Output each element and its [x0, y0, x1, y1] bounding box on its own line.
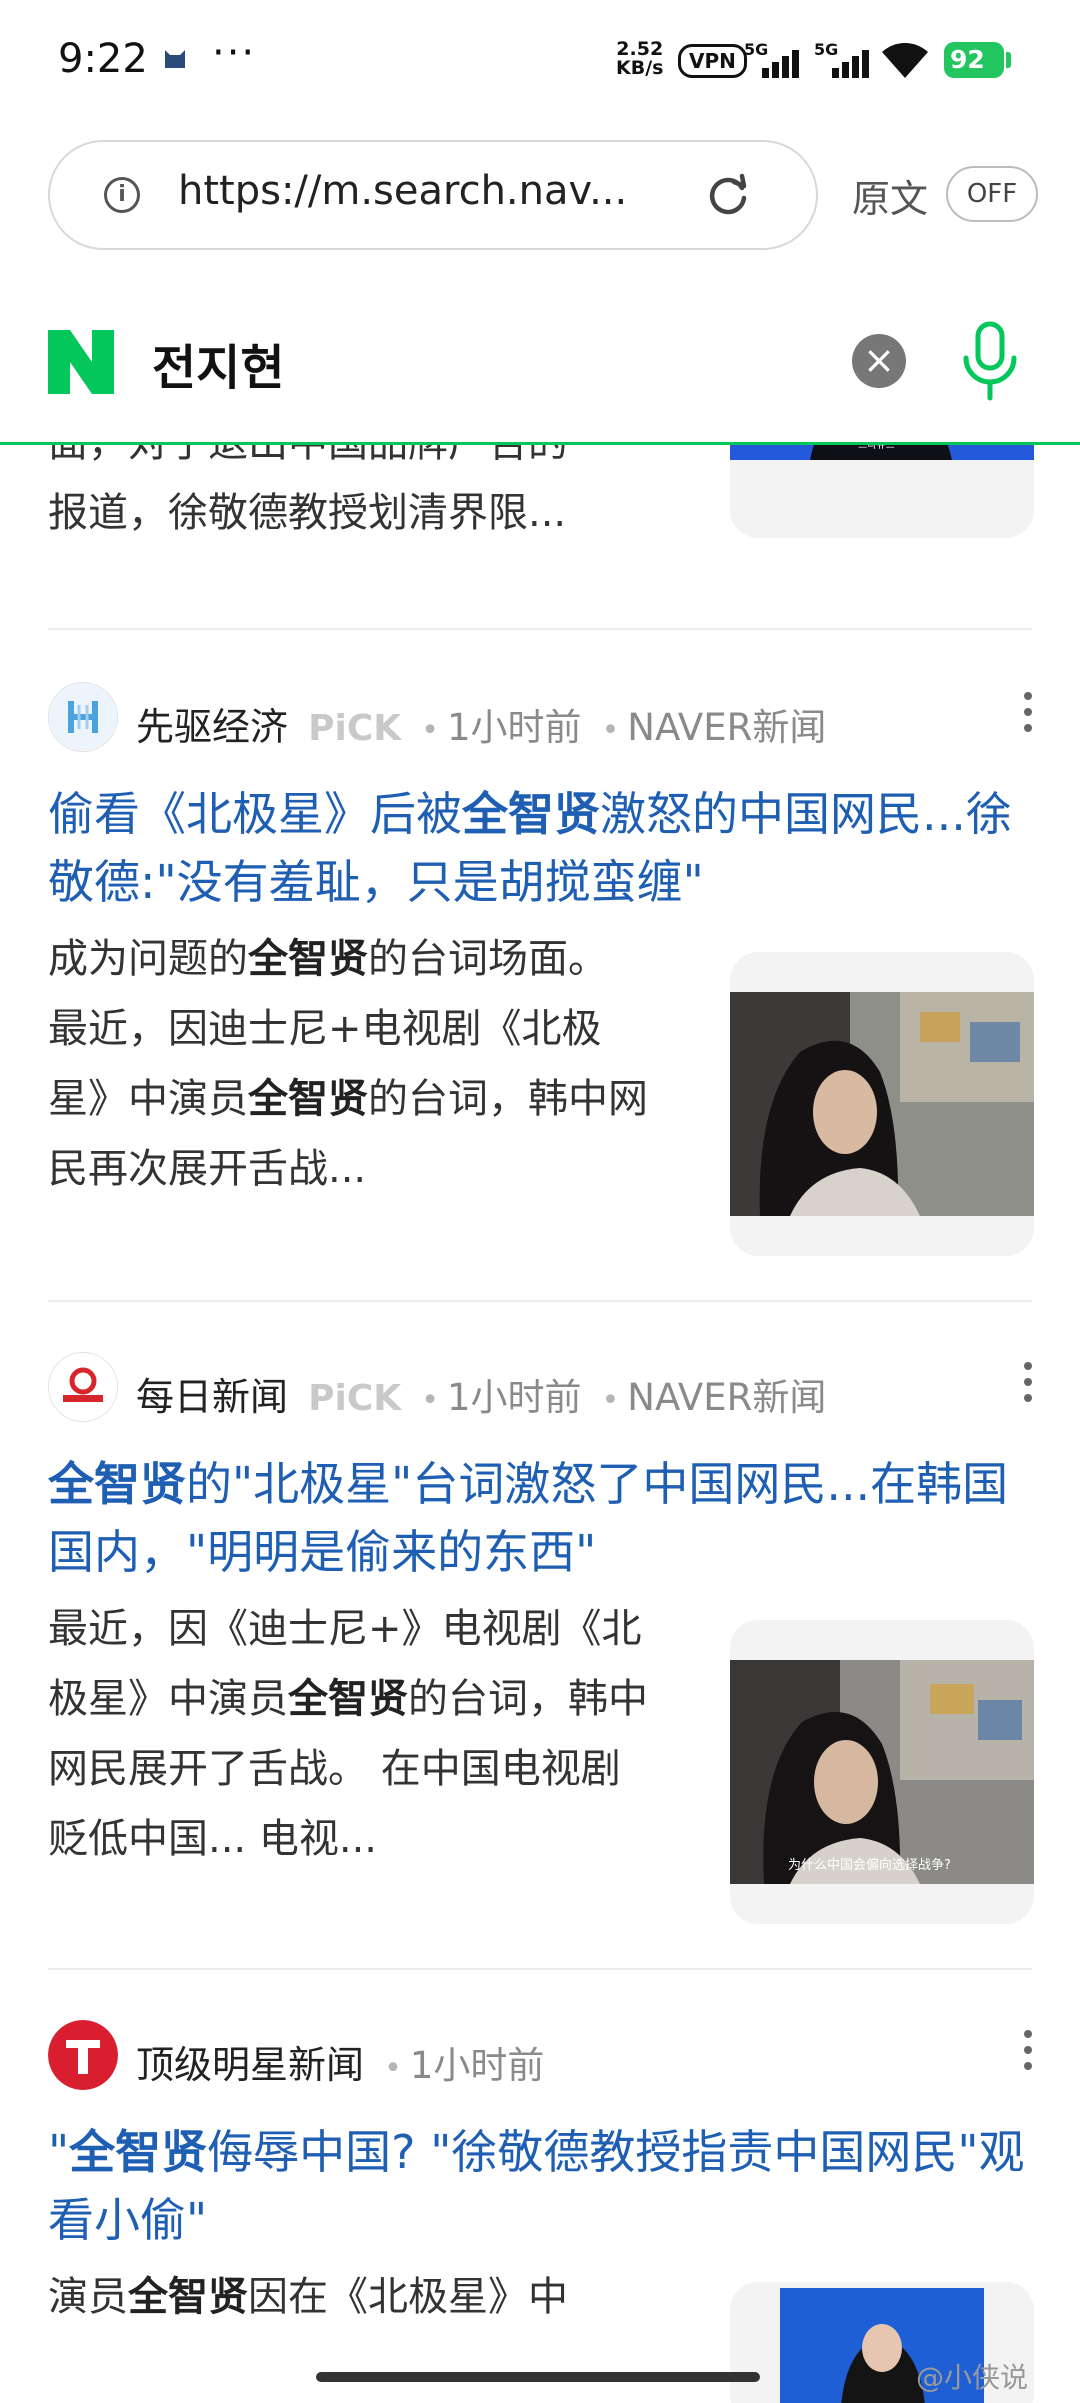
- source-logo-topstar[interactable]: [48, 2020, 118, 2090]
- cellular-signal-icon: 5G: [744, 40, 808, 80]
- divider: [48, 1300, 1032, 1302]
- more-options-icon[interactable]: [1022, 692, 1034, 740]
- news-article-2[interactable]: 每日新闻 PiCK • 1小时前 • NAVER新闻 全智贤的"北极星"台词激怒了中…: [48, 1352, 1034, 1952]
- article-thumbnail[interactable]: 为什么中国会偏向选择战争?: [730, 1620, 1034, 1924]
- partial-article[interactable]: 面，对于退出中国品牌广告的 报道，徐敬德教授划清界限... 스타뉴스: [48, 442, 1034, 588]
- pick-badge: PiCK: [308, 708, 402, 749]
- article-channel[interactable]: NAVER新闻: [627, 706, 826, 749]
- article-time: 1小时前: [409, 2044, 545, 2087]
- thumbnail-image: [730, 992, 1034, 1216]
- search-header: 전지현 ×: [0, 300, 1080, 445]
- article-time: 1小时前: [446, 1376, 582, 1419]
- news-feed: 面，对于退出中国品牌广告的 报道，徐敬德教授划清界限... 스타뉴스 先驱经济 …: [0, 442, 1080, 2403]
- article-source-row: 顶级明星新闻 • 1小时前: [48, 2020, 1034, 2090]
- article-channel[interactable]: NAVER新闻: [627, 1376, 826, 1419]
- article-thumbnail[interactable]: 스타뉴스: [730, 442, 1034, 538]
- source-logo-herald[interactable]: [48, 682, 118, 752]
- source-logo-maeil[interactable]: [48, 1352, 118, 1422]
- divider: [48, 628, 1032, 630]
- site-info-icon[interactable]: i: [104, 177, 140, 213]
- article-summary: 演员全智贤因在《北极星》中: [48, 2274, 568, 2320]
- pick-badge: PiCK: [308, 1378, 402, 1419]
- watermark: @小侠说: [916, 2361, 1029, 2394]
- cellular-signal-icon-2: 5G: [814, 40, 878, 80]
- cat-notification-icon: [165, 50, 185, 68]
- address-bar[interactable]: i https://m.search.nav...: [48, 140, 818, 250]
- article-summary: 最近，因《迪士尼+》电视剧《北极星》中演员全智贤的台词，韩中网民展开了舌战。 在…: [48, 1606, 648, 1862]
- status-bar: 9:22 ··· 2.52 KB/s VPN 5G 5G 92: [0, 0, 1080, 120]
- reload-icon[interactable]: [700, 168, 756, 224]
- news-article-3[interactable]: 顶级明星新闻 • 1小时前 "全智贤侮辱中国? "徐敬德教授指责中国网民"观看小偷…: [48, 2020, 1034, 2403]
- more-options-icon[interactable]: [1022, 2030, 1034, 2078]
- battery-indicator: 92: [944, 42, 1004, 78]
- translate-toggle[interactable]: OFF: [946, 166, 1038, 222]
- article-title[interactable]: 全智贤的"北极星"台词激怒了中国网民...在韩国国内，"明明是偷来的东西": [48, 1450, 1034, 1586]
- more-options-icon[interactable]: [1022, 1362, 1034, 1410]
- article-summary: 面，对于退出中国品牌广告的 报道，徐敬德教授划清界限...: [48, 442, 568, 536]
- clear-search-button[interactable]: ×: [852, 334, 906, 388]
- search-query[interactable]: 전지현: [152, 328, 284, 398]
- article-source-row: 每日新闻 PiCK • 1小时前 • NAVER新闻: [48, 1352, 1034, 1422]
- original-text-label: 原文: [852, 177, 929, 221]
- url-text[interactable]: https://m.search.nav...: [178, 168, 698, 214]
- news-article-1[interactable]: 先驱经济 PiCK • 1小时前 • NAVER新闻 偷看《北极星》后被全智贤激怒的…: [48, 682, 1034, 1282]
- microphone-icon[interactable]: [958, 320, 1022, 402]
- naver-logo-icon[interactable]: [46, 328, 116, 396]
- network-speed: 2.52 KB/s: [616, 38, 664, 79]
- article-time: 1小时前: [446, 706, 582, 749]
- article-thumbnail[interactable]: [730, 952, 1034, 1256]
- thumbnail-caption: 为什么中国会偏向选择战争?: [788, 1858, 951, 1873]
- source-name[interactable]: 先驱经济: [136, 705, 288, 749]
- article-summary: 成为问题的全智贤的台词场面。 最近，因迪士尼+电视剧《北极星》中演员全智贤的台词…: [48, 936, 648, 1192]
- source-meta: 每日新闻 PiCK • 1小时前 • NAVER新闻: [136, 1375, 827, 1419]
- wifi-icon: [882, 43, 928, 78]
- battery-tip: [1006, 52, 1011, 68]
- home-indicator[interactable]: [316, 2372, 760, 2382]
- thumbnail-image: [730, 1660, 1034, 1884]
- source-name[interactable]: 每日新闻: [136, 1375, 288, 1419]
- source-meta: 顶级明星新闻 • 1小时前: [136, 2043, 545, 2087]
- article-source-row: 先驱经济 PiCK • 1小时前 • NAVER新闻: [48, 682, 1034, 752]
- vpn-badge: VPN: [678, 44, 747, 78]
- status-time: 9:22: [58, 36, 148, 82]
- source-name[interactable]: 顶级明星新闻: [136, 2043, 364, 2087]
- article-title[interactable]: "全智贤侮辱中国? "徐敬德教授指责中国网民"观看小偷": [48, 2118, 1034, 2254]
- source-meta: 先驱经济 PiCK • 1小时前 • NAVER新闻: [136, 705, 827, 749]
- divider: [48, 1968, 1032, 1970]
- more-notifications-icon: ···: [212, 30, 257, 76]
- article-title[interactable]: 偷看《北极星》后被全智贤激怒的中国网民...徐敬德:"没有羞耻，只是胡搅蛮缠": [48, 780, 1034, 916]
